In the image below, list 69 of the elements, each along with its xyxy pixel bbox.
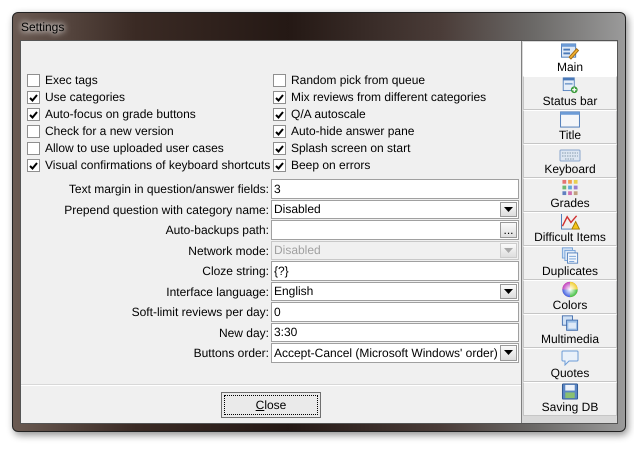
sidebar-tab[interactable]: Status bar: [523, 76, 617, 110]
dropdown-arrow-icon: [504, 206, 513, 212]
checkbox-label: Exec tags: [45, 73, 98, 88]
checkbox[interactable]: [27, 108, 40, 121]
close-button[interactable]: Close: [221, 392, 321, 418]
checkbox-label: Random pick from queue: [291, 73, 426, 88]
field-label: Prepend question with category name:: [63, 202, 270, 217]
sidebar-tab[interactable]: Grades: [523, 178, 617, 212]
window-title: Settings: [20, 20, 64, 34]
checkbox-label: Mix reviews from different categories: [291, 90, 486, 105]
sidebar-tab[interactable]: Title: [523, 110, 617, 144]
sidebar-tab[interactable]: Main: [523, 42, 617, 76]
checkbox[interactable]: [273, 74, 286, 87]
dropdown-arrow-icon: [504, 350, 513, 356]
checkbox-label: Check for a new version: [45, 124, 174, 139]
checkbox-label: Beep on errors: [291, 158, 370, 173]
panel-add-icon: [560, 77, 580, 94]
window-icon: [559, 111, 581, 128]
color-grid-icon: [561, 179, 579, 196]
dropdown-arrow-icon: [504, 248, 513, 253]
keyboard-icon: [559, 148, 581, 162]
sidebar-tab[interactable]: Saving DB: [523, 382, 617, 416]
dropdown[interactable]: Accept-Cancel (Microsoft Windows' order): [271, 343, 519, 362]
sidebar-tab[interactable]: Keyboard: [523, 144, 617, 178]
field-label: Soft-limit reviews per day:: [130, 305, 270, 320]
sidebar-tab[interactable]: Difficult Items: [523, 212, 617, 246]
checkbox-label: Allow to use uploaded user cases: [45, 141, 224, 156]
checkbox[interactable]: [27, 74, 40, 87]
field-label: Cloze string:: [201, 264, 270, 278]
form-pencil-icon: [560, 43, 580, 60]
checkbox[interactable]: [27, 125, 40, 138]
checkbox-label: Auto-focus on grade buttons: [45, 107, 196, 122]
dropdown[interactable]: English: [271, 282, 519, 301]
checkbox-label: Visual confirmations of keyboard shortcuts: [45, 158, 270, 173]
checkbox[interactable]: [273, 142, 286, 155]
text-field[interactable]: 3:30: [271, 322, 519, 342]
speech-bubble-icon: [561, 350, 579, 366]
field-label: Buttons order:: [192, 346, 270, 360]
checkbox-label: Auto-hide answer pane: [291, 124, 414, 139]
field-label: Auto-backups path:: [164, 223, 270, 238]
sidebar-tab[interactable]: Multimedia: [523, 314, 617, 348]
field-label: New day:: [218, 326, 270, 340]
overlapping-windows-icon: [560, 315, 580, 332]
checkbox-label: Use categories: [45, 90, 126, 105]
field-label: Interface language:: [165, 284, 270, 299]
checkbox[interactable]: [273, 108, 286, 121]
stacked-pages-icon: [560, 247, 580, 264]
sidebar-tab[interactable]: Colors: [523, 280, 617, 314]
text-field[interactable]: {?}: [271, 261, 519, 280]
field-label: Text margin in question/answer fields:: [68, 182, 270, 196]
warning-chart-icon: [560, 213, 580, 230]
dropdown-arrow-icon: [504, 288, 513, 294]
color-wheel-icon: [560, 281, 580, 298]
checkbox-label: Q/A autoscale: [291, 107, 366, 122]
checkbox[interactable]: [27, 91, 40, 104]
checkbox-label: Splash screen on start: [291, 141, 410, 156]
text-field[interactable]: 3: [271, 179, 519, 198]
sidebar-tab[interactable]: Duplicates: [523, 246, 617, 280]
sidebar-tab[interactable]: Quotes: [523, 348, 617, 382]
browse-button[interactable]: ...: [500, 222, 517, 238]
checkbox[interactable]: [27, 142, 40, 155]
field-label: Network mode:: [187, 244, 270, 258]
text-field[interactable]: 0: [271, 302, 519, 322]
checkbox[interactable]: [273, 159, 286, 172]
checkbox[interactable]: [27, 159, 40, 172]
dropdown[interactable]: Disabled: [271, 200, 519, 219]
checkbox[interactable]: [273, 125, 286, 138]
checkbox[interactable]: [273, 91, 286, 104]
path-field[interactable]: ...: [271, 220, 519, 240]
